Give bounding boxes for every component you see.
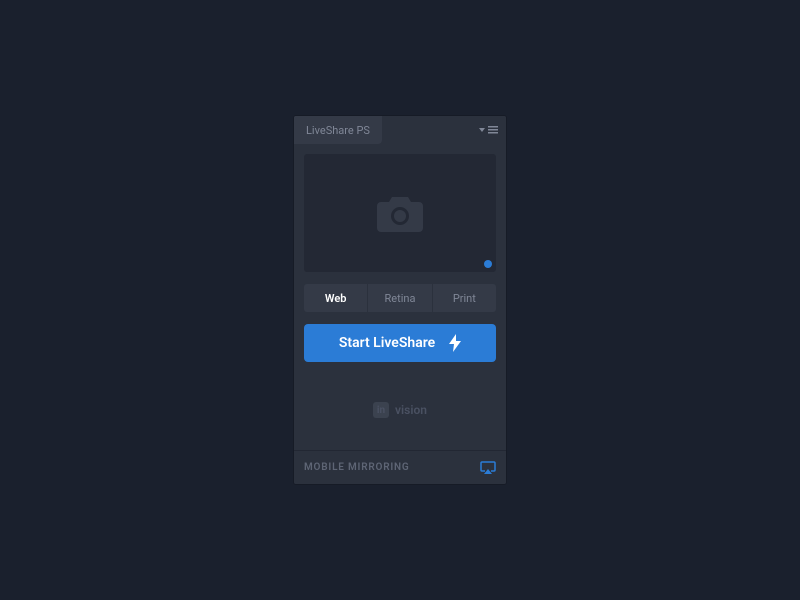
panel-menu-button[interactable] bbox=[479, 116, 498, 144]
chevron-down-icon bbox=[479, 128, 485, 132]
resolution-segmented-control: Web Retina Print bbox=[304, 284, 496, 312]
panel-tab-label: LiveShare PS bbox=[306, 124, 370, 137]
panel-tab[interactable]: LiveShare PS bbox=[294, 116, 382, 144]
start-liveshare-button[interactable]: Start LiveShare bbox=[304, 324, 496, 362]
start-liveshare-label: Start LiveShare bbox=[339, 335, 435, 351]
menu-icon bbox=[488, 126, 498, 134]
panel-footer: MOBILE MIRRORING bbox=[294, 450, 506, 484]
segment-retina[interactable]: Retina bbox=[368, 284, 432, 312]
invision-brand: in vision bbox=[304, 374, 496, 436]
liveshare-panel: LiveShare PS Web Retina Print Start Live… bbox=[294, 116, 506, 484]
status-dot bbox=[484, 260, 492, 268]
footer-label: MOBILE MIRRORING bbox=[304, 462, 410, 473]
brand-text: vision bbox=[395, 403, 427, 417]
airplay-icon[interactable] bbox=[480, 461, 496, 474]
lightning-icon bbox=[449, 334, 461, 352]
camera-icon bbox=[377, 194, 423, 232]
brand-mark: in bbox=[373, 402, 389, 418]
panel-titlebar: LiveShare PS bbox=[294, 116, 506, 144]
preview-area bbox=[304, 154, 496, 272]
panel-body: Web Retina Print Start LiveShare in visi… bbox=[294, 144, 506, 450]
segment-print[interactable]: Print bbox=[433, 284, 496, 312]
segment-web[interactable]: Web bbox=[304, 284, 368, 312]
